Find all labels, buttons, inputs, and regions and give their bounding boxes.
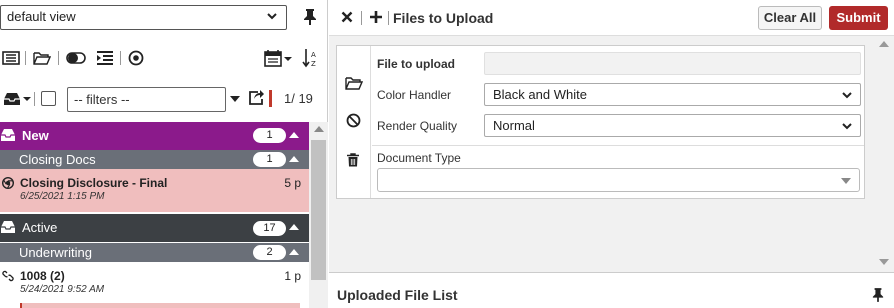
group-header-new[interactable]: New 1 — [0, 122, 309, 150]
folder-open-icon[interactable] — [345, 76, 364, 93]
left-panel: default view A Z -- filters -- 1/ 19 New… — [0, 0, 328, 308]
item-pages: 5 p — [284, 176, 301, 190]
file-to-upload-label: File to upload — [377, 57, 455, 71]
folder-open-icon[interactable] — [33, 48, 51, 68]
scroll-up-arrow[interactable] — [314, 126, 324, 132]
uploaded-file-list-panel: Uploaded File List — [329, 272, 894, 308]
calendar-dropdown-icon[interactable] — [264, 48, 292, 68]
item-title: Closing Disclosure - Final — [20, 176, 168, 190]
group-label: New — [22, 128, 49, 143]
item-date: 5/24/2021 9:52 AM — [20, 284, 105, 295]
upload-header: Files to Upload Clear All Submit — [329, 0, 894, 36]
select-all-checkbox[interactable] — [41, 91, 56, 106]
chrome-icon — [1, 176, 15, 192]
toolbar-separator — [34, 92, 35, 106]
header-separator — [361, 11, 362, 25]
filter-row: -- filters -- 1/ 19 — [0, 85, 328, 113]
link-icon — [2, 270, 14, 285]
pin-icon[interactable] — [303, 8, 319, 26]
view-select[interactable]: default view — [0, 5, 287, 30]
collapse-icon[interactable] — [289, 132, 299, 138]
render-quality-label: Render Quality — [377, 119, 458, 133]
inbox-icon — [0, 128, 16, 145]
scroll-down-arrow[interactable] — [879, 259, 889, 265]
toolbar-separator — [120, 51, 121, 65]
svg-text:A: A — [311, 51, 316, 59]
pin-icon[interactable] — [872, 287, 884, 306]
document-list: New 1 Closing Docs 1 Closing Disclosure … — [0, 122, 309, 308]
item-title: 1008 (2) — [20, 269, 65, 283]
document-type-label: Document Type — [377, 151, 461, 165]
color-handler-value: Black and White — [493, 87, 587, 102]
list-item[interactable]: Closing Disclosure - Final 6/25/2021 1:1… — [0, 169, 309, 212]
subgroup-header-closing-docs[interactable]: Closing Docs 1 — [0, 150, 309, 169]
subgroup-label: Underwriting — [19, 245, 92, 260]
indent-list-icon[interactable] — [96, 48, 114, 68]
color-handler-select[interactable]: Black and White — [484, 83, 861, 106]
card-divider — [372, 145, 864, 146]
toggle-icon[interactable] — [66, 48, 86, 68]
subgroup-header-underwriting[interactable]: Underwriting 2 — [0, 243, 309, 262]
collapse-icon[interactable] — [289, 156, 299, 162]
inbox-dropdown-icon[interactable] — [3, 89, 31, 109]
toolbar-separator — [58, 51, 59, 65]
caret-down-icon[interactable] — [229, 89, 241, 109]
left-scrollbar[interactable] — [309, 122, 328, 308]
collapse-icon[interactable] — [289, 224, 299, 230]
filters-input[interactable]: -- filters -- — [67, 87, 226, 112]
close-icon[interactable] — [341, 11, 353, 26]
app-root: default view A Z -- filters -- 1/ 19 New… — [0, 0, 894, 308]
subgroup-count-badge: 1 — [253, 152, 286, 167]
list-view-icon[interactable] — [2, 48, 20, 68]
scroll-thumb[interactable] — [311, 140, 326, 280]
render-quality-select[interactable]: Normal — [484, 114, 861, 137]
file-to-upload-field[interactable] — [484, 52, 861, 75]
document-type-select[interactable] — [377, 168, 860, 192]
upload-file-card: File to upload Color Handler Black and W… — [336, 45, 865, 199]
add-icon[interactable] — [369, 10, 383, 27]
group-header-active[interactable]: Active 17 — [0, 214, 309, 242]
color-handler-label: Color Handler — [377, 88, 452, 102]
view-row: default view — [0, 0, 328, 37]
panel-title: Files to Upload — [393, 10, 494, 26]
sort-az-icon[interactable]: AZ — [302, 48, 320, 68]
left-toolbar: AZ — [0, 42, 328, 74]
ban-icon[interactable] — [346, 113, 361, 131]
chevron-down-icon — [841, 120, 853, 135]
group-label: Active — [22, 220, 58, 235]
group-count-badge: 1 — [253, 128, 286, 143]
right-panel: Files to Upload Clear All Submit File to… — [329, 0, 894, 308]
submit-button[interactable]: Submit — [829, 6, 888, 30]
toolbar-separator — [25, 51, 26, 65]
document-count: 1/ 19 — [284, 91, 313, 106]
collapse-icon[interactable] — [289, 249, 299, 255]
svg-text:Z: Z — [311, 60, 316, 68]
right-scrollbar[interactable] — [875, 37, 894, 269]
chevron-down-icon — [841, 89, 853, 104]
chevron-down-icon — [266, 10, 278, 25]
header-separator — [388, 11, 389, 25]
next-item-preview — [20, 303, 300, 308]
subgroup-label: Closing Docs — [19, 152, 96, 167]
group-count-badge: 17 — [253, 221, 286, 236]
uploaded-list-title: Uploaded File List — [337, 287, 458, 303]
clear-all-button[interactable]: Clear All — [758, 6, 822, 30]
scroll-up-arrow[interactable] — [879, 41, 889, 47]
render-quality-value: Normal — [493, 118, 535, 133]
list-item[interactable]: 1008 (2) 5/24/2021 9:52 AM 1 p — [0, 263, 309, 308]
item-pages: 1 p — [284, 269, 301, 283]
inbox-icon — [0, 220, 16, 237]
share-icon[interactable] — [247, 88, 265, 108]
target-icon[interactable] — [128, 48, 144, 68]
status-indicator — [269, 90, 272, 107]
subgroup-count-badge: 2 — [253, 245, 286, 260]
view-select-value: default view — [7, 9, 76, 24]
trash-icon[interactable] — [347, 153, 359, 170]
item-date: 6/25/2021 1:15 PM — [20, 191, 105, 202]
caret-down-icon — [841, 178, 851, 184]
card-actions — [337, 46, 371, 198]
